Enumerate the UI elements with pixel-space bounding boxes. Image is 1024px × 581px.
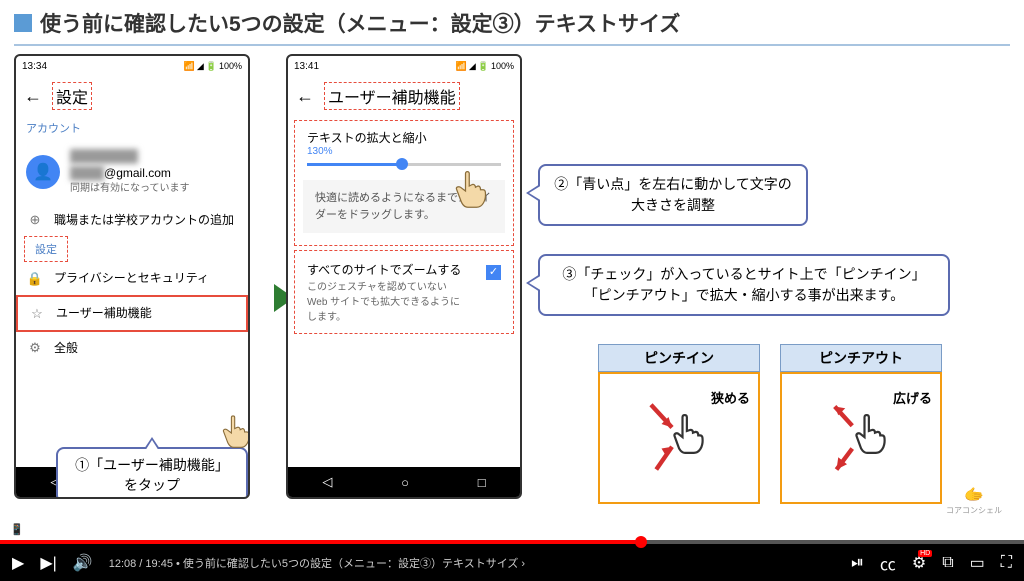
pinch-out-icon xyxy=(826,393,896,483)
privacy-row[interactable]: 🔒 プライバシーとセキュリティ xyxy=(16,262,248,295)
pinch-in-action: 狭める xyxy=(711,388,750,407)
accessibility-row[interactable]: ☆ ユーザー補助機能 xyxy=(16,295,248,332)
pinch-in-box: ピンチイン 狭める xyxy=(598,344,760,504)
autoplay-toggle[interactable]: ⏯ xyxy=(851,554,864,572)
back-arrow-icon[interactable]: ← xyxy=(24,86,42,107)
status-bar: 13:34 📶◢🔋100% xyxy=(16,56,248,76)
accessibility-icon: ☆ xyxy=(28,306,46,322)
slide-title: 使う前に確認したい5つの設定（メニュー：設定③）テキストサイズ xyxy=(40,8,680,38)
corner-logo: 🫱 コアコンシェル xyxy=(946,485,1002,516)
theater-button[interactable]: ▭ xyxy=(970,553,985,573)
battery-icon-2: 🔋 xyxy=(478,61,489,72)
sync-status: 同期は有効になっています xyxy=(70,182,190,196)
phone-accessibility: 13:41 📶◢🔋100% ← ユーザー補助機能 テキストの拡大と縮小 130%… xyxy=(286,54,522,499)
battery-icon: 🔋 xyxy=(206,61,217,72)
accessibility-label: ユーザー補助機能 xyxy=(56,305,152,322)
wifi-icon-2: 📶 xyxy=(456,61,467,72)
slide-title-bar: 使う前に確認したい5つの設定（メニュー：設定③）テキストサイズ xyxy=(14,8,1010,46)
back-arrow-icon-2[interactable]: ← xyxy=(296,86,314,107)
status-bar-2: 13:41 📶◢🔋100% xyxy=(288,56,520,76)
avatar-icon: 👤 xyxy=(26,155,60,189)
progress-bar[interactable] xyxy=(0,540,1024,544)
status-time: 13:34 xyxy=(22,61,47,72)
zoom-desc: このジェスチャを認めていない Web サイトでも拡大できるようにします。 xyxy=(307,278,467,323)
add-account-row[interactable]: ⊕ 職場または学校アカウントの追加 xyxy=(16,204,248,237)
next-button[interactable]: ▶| xyxy=(40,553,56,573)
android-navbar-2: ◁ ○ □ xyxy=(288,467,520,497)
wifi-icon: 📶 xyxy=(184,61,195,72)
pointer-hand-icon xyxy=(216,411,250,455)
add-account-label: 職場または学校アカウントの追加 xyxy=(54,212,234,229)
settings-header: 設定 xyxy=(52,82,92,110)
privacy-label: プライバシーとセキュリティ xyxy=(54,270,209,287)
settings-button[interactable]: ⚙HD xyxy=(912,553,926,573)
play-button[interactable]: ▶ xyxy=(12,553,24,573)
zoom-checkbox[interactable]: ✓ xyxy=(486,265,501,280)
battery-pct-2: 100% xyxy=(491,61,514,71)
channel-watermark: 📱 スマホのコンシェルジュ xyxy=(10,521,148,537)
fullscreen-button[interactable]: ⛶ xyxy=(1001,554,1012,572)
captions-button[interactable]: ㏄ xyxy=(880,551,896,575)
time-display: 12:08 / 19:45 • 使う前に確認したい5つの設定（メニュー：設定③）… xyxy=(109,555,525,571)
battery-pct: 100% xyxy=(219,61,242,71)
watermark-icon: 📱 xyxy=(10,523,24,536)
account-name-blurred: ████████ xyxy=(70,148,190,165)
text-scale-title: テキストの拡大と縮小 xyxy=(307,129,501,146)
general-row[interactable]: ⚙ 全般 xyxy=(16,332,248,365)
pinch-in-label: ピンチイン xyxy=(598,344,760,372)
plus-icon: ⊕ xyxy=(26,212,44,228)
general-label: 全般 xyxy=(54,340,78,357)
account-email-suffix: @gmail.com xyxy=(104,166,171,180)
nav-back-icon-2[interactable]: ◁ xyxy=(322,474,332,490)
pointer-hand-slider-icon xyxy=(448,166,498,216)
signal-icon-2: ◢ xyxy=(469,61,476,72)
lock-icon: 🔒 xyxy=(26,271,44,287)
text-scale-pct: 130% xyxy=(307,146,501,157)
gear-icon: ⚙ xyxy=(26,340,44,356)
phone-settings: 13:34 📶◢🔋100% ← 設定 アカウント 👤 ████████ ████… xyxy=(14,54,250,499)
zoom-block: すべてのサイトでズームする このジェスチャを認めていない Web サイトでも拡大… xyxy=(294,250,514,334)
status-time-2: 13:41 xyxy=(294,61,319,72)
pinch-out-box: ピンチアウト 広げる xyxy=(780,344,942,504)
zoom-title: すべてのサイトでズームする xyxy=(307,261,467,278)
youtube-player-bar: ▶ ▶| 🔊 12:08 / 19:45 • 使う前に確認したい5つの設定（メニ… xyxy=(0,540,1024,581)
pinch-out-action: 広げる xyxy=(893,388,932,407)
progress-scrubber[interactable] xyxy=(635,536,647,548)
callout-step2: ②「青い点」を左右に動かして文字の大きさを調整 xyxy=(538,164,808,226)
hd-badge: HD xyxy=(918,550,932,557)
accessibility-header: ユーザー補助機能 xyxy=(324,82,460,110)
title-square-icon xyxy=(14,14,32,32)
pinch-in-icon xyxy=(644,393,714,483)
account-row[interactable]: 👤 ████████ ████@gmail.com 同期は有効になっています xyxy=(16,140,248,204)
miniplayer-button[interactable]: ⧉ xyxy=(942,554,953,572)
section-account: アカウント xyxy=(16,116,248,140)
slider-thumb[interactable] xyxy=(396,158,408,170)
signal-icon: ◢ xyxy=(197,61,204,72)
callout-step3: ③「チェック」が入っているとサイト上で「ピンチイン」「ピンチアウト」で拡大・縮小… xyxy=(538,254,950,316)
nav-recent-icon-2[interactable]: □ xyxy=(478,475,486,490)
volume-button[interactable]: 🔊 xyxy=(73,553,93,573)
pinch-out-label: ピンチアウト xyxy=(780,344,942,372)
section-settings: 設定 xyxy=(24,236,68,262)
nav-home-icon-2[interactable]: ○ xyxy=(401,475,409,490)
